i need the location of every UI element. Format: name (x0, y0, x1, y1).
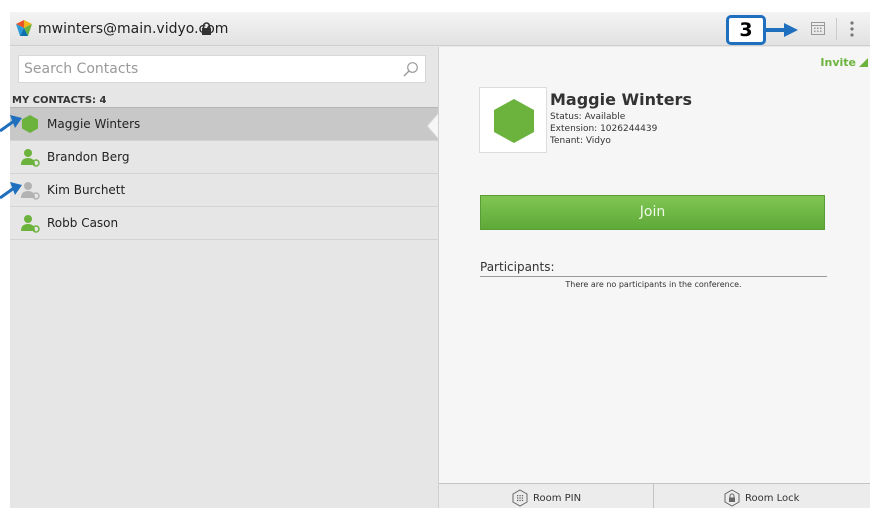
contacts-panel: MY CONTACTS: 4 Maggie Winters Brandon Be… (10, 47, 440, 508)
callout-arrow-icon (764, 23, 798, 37)
contact-name: Brandon Berg (47, 150, 130, 164)
bottom-bar-divider (653, 484, 654, 508)
available-status-icon (494, 99, 534, 143)
search-icon[interactable] (403, 61, 419, 77)
keypad-icon (512, 489, 528, 507)
contact-name: Robb Cason (47, 216, 119, 230)
title-bar: mwinters@main.vidyo.com 3 (10, 12, 870, 46)
calendar-icon[interactable] (811, 21, 825, 35)
available-status-icon (22, 115, 38, 133)
extension-line: Extension: 1026244439 (550, 124, 658, 134)
callout-badge: 3 (726, 15, 766, 45)
invite-triangle-icon (859, 58, 868, 67)
contact-detail-panel: Invite Maggie Winters Status: Available … (438, 47, 870, 508)
user-online-icon (21, 215, 40, 233)
participants-divider (480, 276, 827, 277)
toolbar-divider (836, 18, 837, 40)
annotation-arrow-icon (0, 115, 22, 133)
room-lock-label: Room Lock (745, 493, 800, 504)
contact-item-robb-cason[interactable]: Robb Cason (10, 207, 438, 240)
contact-avatar (479, 87, 547, 153)
search-box (18, 55, 426, 83)
join-button[interactable]: Join (480, 195, 825, 230)
overflow-menu-icon[interactable] (850, 21, 854, 37)
room-pin-label: Room PIN (533, 493, 582, 504)
contact-name: Kim Burchett (47, 183, 126, 197)
contact-item-brandon-berg[interactable]: Brandon Berg (10, 141, 438, 174)
vidyo-logo-icon (16, 20, 32, 36)
user-online-icon (21, 149, 40, 167)
lock-icon (202, 22, 211, 35)
room-pin-button[interactable]: Room PIN (439, 484, 654, 508)
contact-item-kim-burchett[interactable]: Kim Burchett (10, 174, 438, 207)
invite-button[interactable]: Invite (820, 56, 868, 69)
contact-name: Maggie Winters (47, 117, 141, 131)
contacts-header: MY CONTACTS: 4 (12, 95, 107, 106)
lock-icon (724, 489, 740, 507)
contact-name-title: Maggie Winters (550, 90, 692, 109)
contact-list: Maggie Winters Brandon Berg Kim Burchett (10, 108, 438, 240)
tenant-line: Tenant: Vidyo (550, 136, 611, 146)
invite-label: Invite (820, 56, 856, 69)
user-offline-icon (21, 182, 40, 200)
vidyo-app-window: mwinters@main.vidyo.com 3 Search Contact… (10, 12, 870, 508)
participants-empty-message: There are no participants in the confere… (565, 280, 742, 289)
account-label: mwinters@main.vidyo.com (38, 21, 229, 37)
status-line: Status: Available (550, 112, 626, 122)
search-input[interactable] (19, 56, 399, 82)
participants-title: Participants: (480, 260, 555, 274)
room-lock-button[interactable]: Room Lock (655, 484, 870, 508)
annotation-arrow-icon (0, 182, 22, 200)
bottom-bar: Room PIN Room Lock (439, 483, 870, 508)
contact-item-maggie-winters[interactable]: Maggie Winters (10, 108, 438, 141)
